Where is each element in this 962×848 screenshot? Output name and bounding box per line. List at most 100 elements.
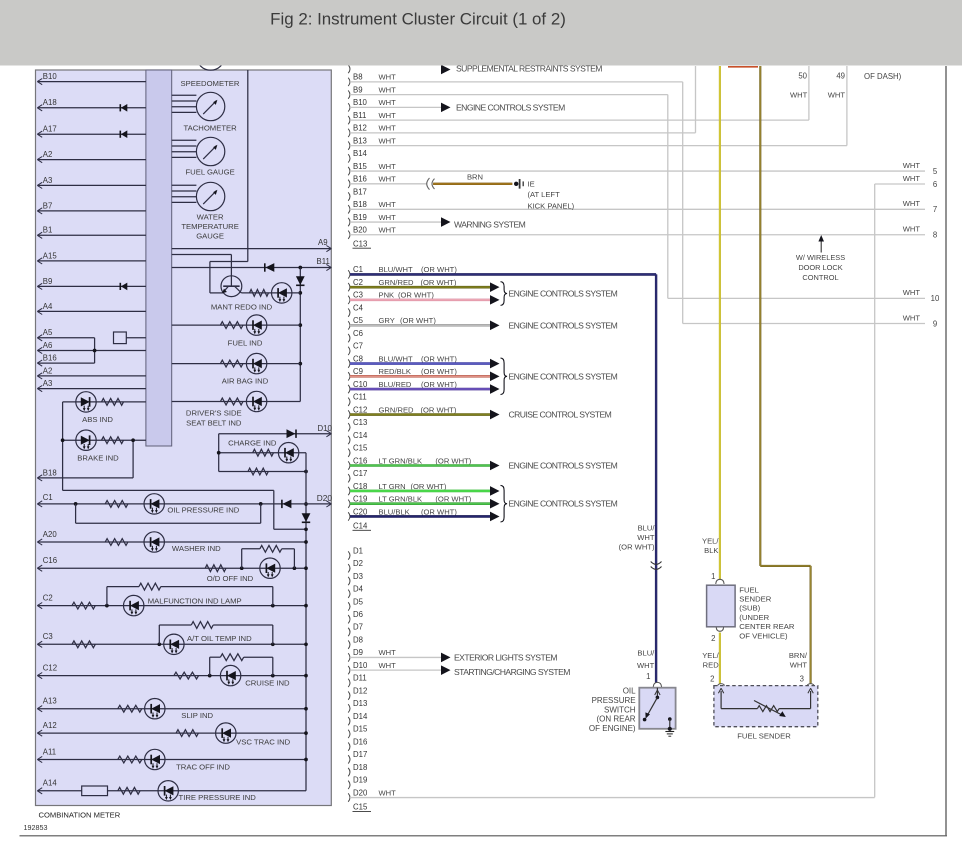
svg-text:SENDER: SENDER (739, 595, 771, 604)
svg-text:GRY: GRY (379, 316, 395, 325)
svg-text:CENTER REAR: CENTER REAR (739, 622, 795, 631)
svg-text:C17: C17 (353, 469, 367, 478)
svg-text:(OR WHT): (OR WHT) (421, 380, 457, 389)
svg-text:WHT: WHT (379, 661, 397, 670)
svg-text:A12: A12 (43, 721, 57, 730)
svg-text:TRAC OFF IND: TRAC OFF IND (176, 762, 230, 771)
svg-text:OF ENGINE): OF ENGINE) (589, 724, 636, 733)
svg-text:D20: D20 (317, 493, 333, 503)
svg-text:EXTERIOR LIGHTS SYSTEM: EXTERIOR LIGHTS SYSTEM (454, 652, 557, 662)
svg-text:Fig 2: Instrument Cluster Circ: Fig 2: Instrument Cluster Circuit (1 of … (270, 10, 566, 29)
svg-text:1: 1 (711, 572, 715, 581)
svg-text:ENGINE CONTROLS SYSTEM: ENGINE CONTROLS SYSTEM (509, 461, 618, 471)
svg-text:BLU/: BLU/ (637, 649, 655, 658)
svg-text:GRN/RED: GRN/RED (379, 405, 415, 414)
svg-text:BLU/WHT: BLU/WHT (379, 354, 414, 363)
svg-text:ENGINE CONTROLS SYSTEM: ENGINE CONTROLS SYSTEM (509, 289, 618, 299)
svg-text:C12: C12 (353, 405, 367, 414)
svg-text:(OR WHT): (OR WHT) (619, 543, 655, 552)
svg-text:CONTROL: CONTROL (802, 273, 838, 282)
svg-text:D19: D19 (353, 776, 367, 785)
svg-text:WHT: WHT (903, 288, 921, 297)
svg-text:D20: D20 (353, 788, 368, 797)
svg-text:B10: B10 (353, 98, 368, 107)
svg-text:A4: A4 (43, 302, 53, 311)
svg-text:B13: B13 (353, 136, 367, 145)
svg-text:FUEL: FUEL (739, 585, 759, 594)
svg-text:B7: B7 (43, 201, 53, 210)
svg-text:C3: C3 (43, 632, 53, 641)
svg-text:KICK PANEL): KICK PANEL) (528, 201, 575, 210)
svg-text:BRN/: BRN/ (789, 651, 808, 660)
svg-text:SEAT BELT IND: SEAT BELT IND (186, 419, 242, 428)
svg-text:WHT: WHT (903, 199, 921, 208)
svg-text:C8: C8 (353, 354, 363, 363)
svg-text:A2: A2 (43, 366, 53, 375)
svg-text:D2: D2 (353, 559, 363, 568)
svg-text:D1: D1 (353, 546, 363, 555)
svg-text:CHARGE IND: CHARGE IND (228, 439, 277, 448)
svg-text:BRAKE IND: BRAKE IND (77, 454, 119, 463)
svg-text:D9: D9 (353, 648, 363, 657)
svg-text:FUEL SENDER: FUEL SENDER (737, 731, 791, 740)
svg-text:A3: A3 (43, 379, 53, 388)
svg-text:ENGINE CONTROLS SYSTEM: ENGINE CONTROLS SYSTEM (509, 499, 618, 509)
svg-text:C13: C13 (353, 240, 367, 249)
svg-text:(SUB): (SUB) (739, 604, 760, 613)
svg-text:(OR WHT): (OR WHT) (421, 405, 457, 414)
svg-text:D6: D6 (353, 610, 363, 619)
svg-text:C3: C3 (353, 291, 363, 300)
svg-text:(OR WHT): (OR WHT) (435, 456, 471, 465)
svg-text:OF VEHICLE): OF VEHICLE) (739, 631, 788, 640)
svg-text:B19: B19 (353, 213, 367, 222)
svg-text:WHT: WHT (637, 533, 655, 542)
svg-text:A18: A18 (43, 98, 57, 107)
svg-text:B9: B9 (43, 277, 53, 286)
svg-text:(OR WHT): (OR WHT) (421, 507, 457, 516)
svg-text:D15: D15 (353, 725, 368, 734)
svg-text:LT GRN/BLK: LT GRN/BLK (379, 456, 423, 465)
svg-text:GAUGE: GAUGE (196, 232, 224, 241)
svg-text:C1: C1 (353, 265, 363, 274)
svg-text:C7: C7 (353, 342, 363, 351)
svg-text:WHT: WHT (637, 661, 655, 670)
svg-text:A11: A11 (43, 747, 56, 756)
svg-text:WHT: WHT (379, 213, 397, 222)
svg-text:7: 7 (933, 205, 937, 214)
svg-text:GRN/RED: GRN/RED (379, 278, 415, 287)
svg-text:BLU/WHT: BLU/WHT (379, 265, 414, 274)
svg-text:C6: C6 (353, 329, 363, 338)
svg-text:6: 6 (933, 180, 937, 189)
svg-text:LT GRN: LT GRN (379, 482, 406, 491)
svg-text:W/ WIRELESS: W/ WIRELESS (796, 253, 845, 262)
svg-text:B11: B11 (317, 257, 330, 266)
svg-text:D5: D5 (353, 597, 364, 606)
svg-text:ENGINE CONTROLS SYSTEM: ENGINE CONTROLS SYSTEM (456, 102, 565, 112)
svg-text:ENGINE CONTROLS SYSTEM: ENGINE CONTROLS SYSTEM (509, 371, 618, 381)
svg-text:D16: D16 (353, 737, 367, 746)
svg-text:YEL/: YEL/ (702, 537, 719, 546)
svg-text:WHT: WHT (903, 174, 921, 183)
svg-text:WARNING SYSTEM: WARNING SYSTEM (454, 220, 526, 230)
svg-text:A9: A9 (318, 238, 328, 247)
svg-text:SWITCH: SWITCH (604, 705, 636, 714)
svg-text:B16: B16 (353, 175, 367, 184)
svg-text:BLU/BLK: BLU/BLK (379, 507, 410, 516)
svg-text:(OR WHT): (OR WHT) (421, 367, 457, 376)
svg-text:A3: A3 (43, 176, 53, 185)
svg-text:B12: B12 (353, 124, 367, 133)
svg-text:PNK: PNK (379, 291, 395, 300)
svg-text:(OR WHT): (OR WHT) (421, 265, 457, 274)
svg-text:C18: C18 (353, 482, 367, 491)
svg-text:C10: C10 (353, 380, 368, 389)
svg-text:(OR WHT): (OR WHT) (421, 278, 457, 287)
svg-text:STARTING/CHARGING SYSTEM: STARTING/CHARGING SYSTEM (454, 667, 570, 677)
svg-text:D11: D11 (353, 674, 367, 683)
svg-text:192853: 192853 (24, 823, 48, 832)
svg-text:B9: B9 (353, 85, 363, 94)
svg-text:WHT: WHT (379, 124, 397, 133)
svg-text:WHT: WHT (903, 225, 921, 234)
svg-text:C13: C13 (353, 418, 367, 427)
svg-text:C15: C15 (353, 444, 368, 453)
svg-text:D3: D3 (353, 572, 363, 581)
